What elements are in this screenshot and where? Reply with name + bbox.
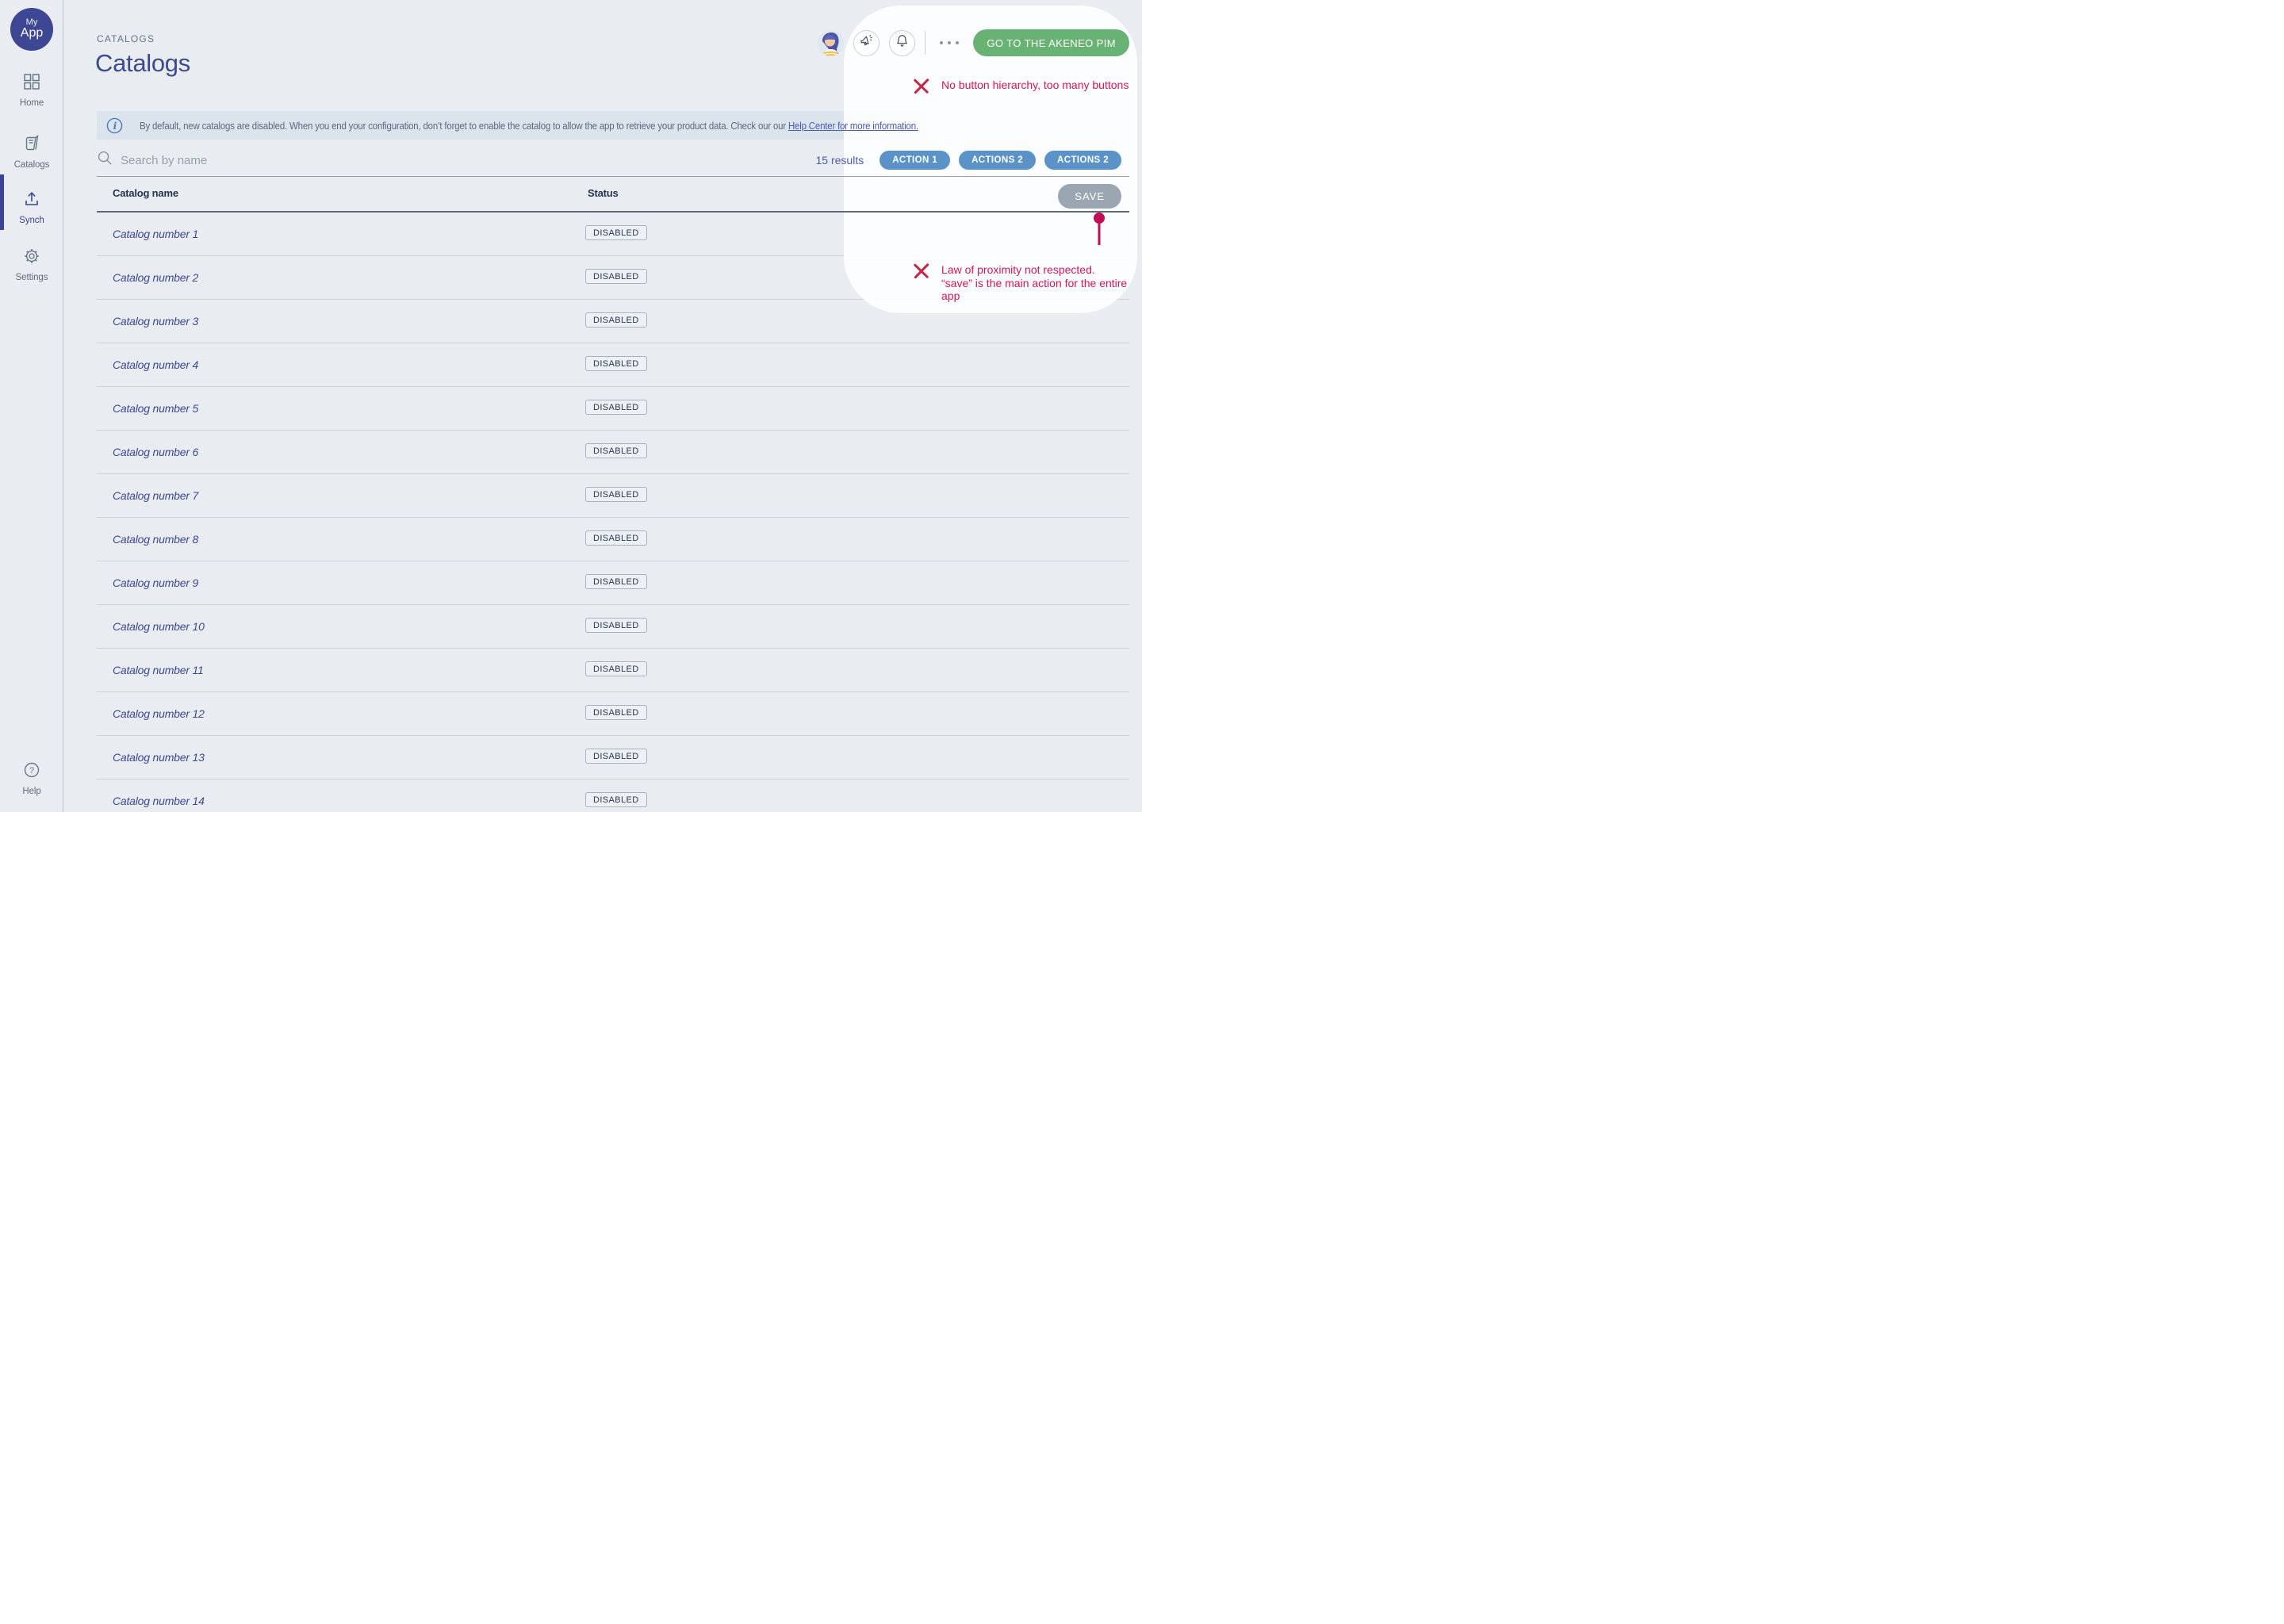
home-grid-icon (23, 73, 40, 94)
status-badge: DISABLED (585, 487, 647, 502)
status-badge: DISABLED (585, 400, 647, 415)
sidebar-item-label: Help (22, 787, 40, 796)
status-badge: DISABLED (585, 356, 647, 371)
catalog-name: Catalog number 12 (113, 707, 205, 720)
status-badge: DISABLED (585, 705, 647, 720)
table-top-border (97, 176, 1129, 177)
table-row[interactable]: Catalog number 13 DISABLED (97, 736, 1129, 779)
catalog-name: Catalog number 8 (113, 533, 198, 546)
sidebar-item-catalogs[interactable]: Catalogs (0, 135, 63, 170)
status-badge: DISABLED (585, 530, 647, 546)
x-mark-icon (912, 262, 930, 284)
results-count: 15 results (816, 154, 864, 167)
status-badge: DISABLED (585, 443, 647, 458)
search-icon (97, 150, 113, 170)
catalog-name: Catalog number 4 (113, 358, 198, 371)
table-row[interactable]: Catalog number 14 DISABLED (97, 779, 1129, 812)
megaphone-icon (859, 33, 874, 52)
announcements-button[interactable] (853, 30, 879, 56)
table-row[interactable]: Catalog number 9 DISABLED (97, 561, 1129, 605)
status-badge: DISABLED (585, 792, 647, 807)
column-header-status: Status (588, 187, 619, 199)
bell-icon (895, 33, 910, 52)
sidebar-item-label: Settings (16, 273, 48, 282)
logo-line2: App (21, 27, 43, 40)
info-banner: i By default, new catalogs are disabled.… (97, 111, 927, 140)
sidebar: My App Home Catalogs (0, 0, 63, 812)
annotation-save: Law of proximity not respected. “save” i… (912, 262, 1142, 303)
annotation-pin (1094, 213, 1105, 250)
sidebar-item-settings[interactable]: Settings (0, 247, 63, 282)
table-row[interactable]: Catalog number 5 DISABLED (97, 387, 1129, 431)
gear-icon (23, 247, 40, 269)
x-mark-icon (912, 77, 930, 99)
sidebar-item-help[interactable]: ? Help (0, 761, 63, 796)
go-to-akeneo-pim-button[interactable]: GO TO THE AKENEO PIM (973, 29, 1129, 56)
status-badge: DISABLED (585, 749, 647, 764)
logo-line1: My (26, 18, 38, 28)
table-row[interactable]: Catalog number 7 DISABLED (97, 474, 1129, 518)
sidebar-item-label: Home (20, 98, 44, 108)
table-row[interactable]: Catalog number 10 DISABLED (97, 605, 1129, 649)
actions-2-button[interactable]: ACTIONS 2 (959, 151, 1036, 170)
status-badge: DISABLED (585, 574, 647, 589)
table-row[interactable]: Catalog number 8 DISABLED (97, 518, 1129, 561)
help-icon: ? (23, 761, 40, 783)
status-badge: DISABLED (585, 312, 647, 327)
annotation-buttons: No button hierarchy, too many buttons (912, 77, 1129, 99)
header-actions: GO TO THE AKENEO PIM (818, 29, 1129, 56)
table-row[interactable]: Catalog number 4 DISABLED (97, 343, 1129, 387)
page-title: Catalogs (95, 49, 190, 78)
table-row[interactable]: Catalog number 11 DISABLED (97, 649, 1129, 692)
breadcrumb: CATALOGS (97, 33, 155, 44)
app-logo[interactable]: My App (10, 8, 53, 51)
app-window: My App Home Catalogs (0, 0, 1142, 812)
catalog-name: Catalog number 7 (113, 489, 198, 502)
catalog-name: Catalog number 1 (113, 228, 198, 240)
banner-text: By default, new catalogs are disabled. W… (140, 120, 918, 132)
sidebar-item-synch[interactable]: Synch (0, 190, 63, 225)
column-header-catalog-name: Catalog name (113, 187, 178, 199)
catalog-name: Catalog number 9 (113, 576, 198, 589)
info-icon: i (106, 117, 123, 134)
notifications-button[interactable] (889, 30, 915, 56)
more-menu-button[interactable] (935, 41, 964, 44)
toolbar-actions: 15 results ACTION 1 ACTIONS 2 ACTIONS 2 (816, 151, 1121, 170)
status-badge: DISABLED (585, 269, 647, 284)
user-avatar[interactable] (818, 30, 844, 56)
sidebar-item-label: Catalogs (14, 160, 50, 170)
upload-icon (23, 190, 40, 212)
search-bar (97, 150, 374, 170)
catalog-name: Catalog number 10 (113, 620, 205, 633)
sidebar-item-home[interactable]: Home (0, 73, 63, 108)
sidebar-item-label: Synch (19, 216, 44, 225)
catalog-name: Catalog number 5 (113, 402, 198, 415)
svg-text:i: i (113, 119, 117, 131)
catalog-name: Catalog number 6 (113, 446, 198, 458)
status-badge: DISABLED (585, 225, 647, 240)
svg-text:?: ? (29, 766, 34, 776)
table-row[interactable]: Catalog number 12 DISABLED (97, 692, 1129, 736)
catalog-name: Catalog number 13 (113, 751, 205, 764)
annotation-text: No button hierarchy, too many buttons (941, 77, 1129, 92)
actions-2b-button[interactable]: ACTIONS 2 (1044, 151, 1121, 170)
status-badge: DISABLED (585, 618, 647, 633)
catalog-name: Catalog number 2 (113, 271, 198, 284)
table-row[interactable]: Catalog number 6 DISABLED (97, 431, 1129, 474)
search-input[interactable] (121, 154, 374, 167)
status-badge: DISABLED (585, 661, 647, 676)
save-button[interactable]: SAVE (1058, 184, 1121, 209)
help-center-link[interactable]: Help Center for more information. (788, 120, 918, 132)
book-icon (23, 135, 40, 156)
action-1-button[interactable]: ACTION 1 (879, 151, 950, 170)
catalog-name: Catalog number 11 (113, 664, 204, 676)
catalog-name: Catalog number 14 (113, 795, 205, 807)
catalog-name: Catalog number 3 (113, 315, 198, 327)
annotation-text: Law of proximity not respected. “save” i… (941, 262, 1142, 303)
table-header-border (97, 211, 1129, 213)
